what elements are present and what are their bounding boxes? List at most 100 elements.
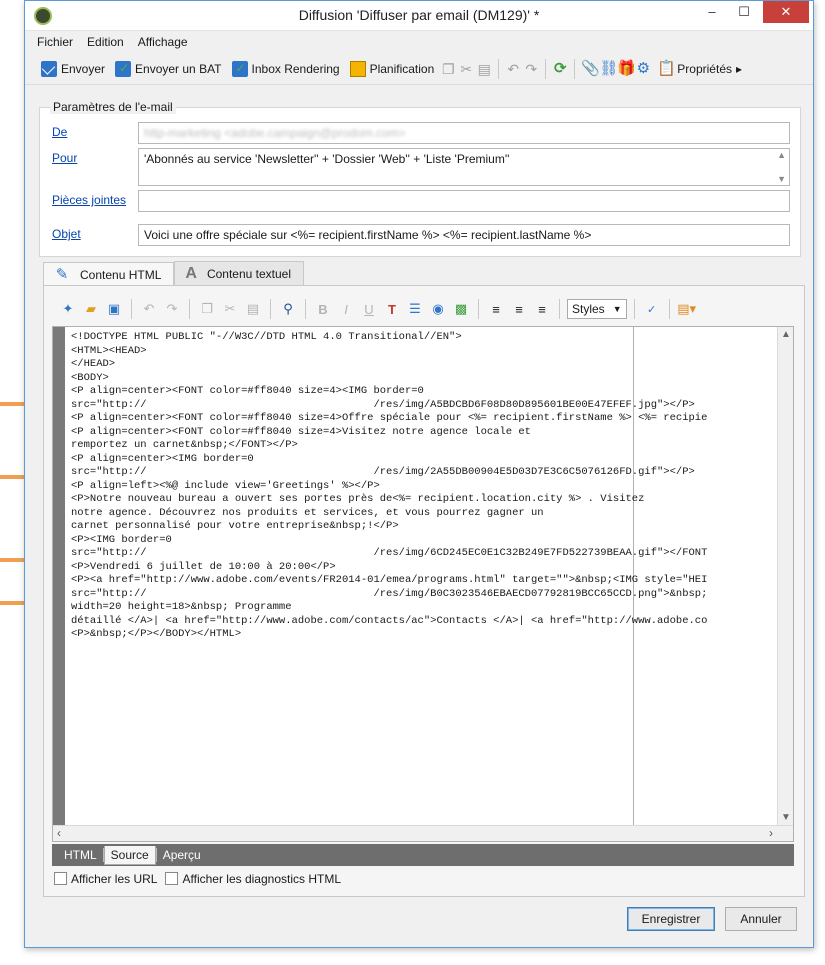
menu-affichage[interactable]: Affichage (138, 35, 188, 49)
html-content-icon: ✎ (55, 265, 69, 283)
properties-button[interactable]: 📋 Propriétés ▸ (653, 58, 746, 80)
find-icon[interactable]: ⚲ (278, 299, 298, 319)
tracking-icon[interactable]: ⚙ (635, 60, 651, 77)
open-folder-icon[interactable]: ▰ (81, 299, 101, 319)
editor-options: Afficher les URL Afficher les diagnostic… (54, 872, 341, 886)
show-diagnostics-label: Afficher les diagnostics HTML (182, 872, 341, 886)
from-link[interactable]: De (52, 125, 67, 139)
align-left-icon[interactable]: ≡ (486, 299, 506, 319)
copy-icon[interactable]: ❐ (197, 299, 217, 319)
save-label: Enregistrer (641, 912, 701, 926)
redo-icon[interactable]: ↷ (523, 61, 539, 77)
text-content-icon: A (185, 264, 197, 282)
spellcheck-icon[interactable]: ✓ (642, 299, 662, 319)
toolbar-separator (545, 58, 547, 79)
tab-html-view[interactable]: HTML (58, 846, 103, 864)
to-value: 'Abonnés au service 'Newsletter'' + 'Dos… (144, 152, 510, 166)
align-center-icon[interactable]: ≡ (509, 299, 529, 319)
checkbox-box[interactable] (165, 872, 179, 885)
code-line: <!DOCTYPE HTML PUBLIC "-//W3C//DTD HTML … (71, 331, 462, 343)
bold-icon[interactable]: B (313, 299, 333, 319)
tab-source-view[interactable]: Source (103, 845, 156, 865)
code-line: width=20 height=18>&nbsp; Programme (71, 601, 292, 613)
to-field[interactable]: 'Abonnés au service 'Newsletter'' + 'Dos… (138, 148, 790, 186)
undo-icon[interactable]: ↶ (139, 299, 159, 319)
refresh-icon[interactable]: ⟳ (552, 60, 568, 77)
toolbar-separator (189, 299, 190, 319)
insert-image-icon[interactable]: ▩ (451, 299, 471, 319)
menu-fichier[interactable]: Fichier (37, 35, 73, 49)
show-diagnostics-checkbox[interactable]: Afficher les diagnostics HTML (165, 872, 341, 886)
email-parameters: Paramètres de l'e-mail De http-marketing… (39, 100, 801, 257)
cut-icon[interactable]: ✂ (458, 61, 474, 77)
inbox-rendering-label: Inbox Rendering (251, 61, 340, 76)
undo-icon[interactable]: ↶ (505, 61, 521, 77)
new-document-icon[interactable]: ✦ (58, 299, 78, 319)
redo-icon[interactable]: ↷ (162, 299, 182, 319)
subject-field[interactable]: Voici une offre spéciale sur <%= recipie… (138, 224, 790, 246)
inbox-rendering-button[interactable]: Inbox Rendering (228, 58, 344, 80)
to-link[interactable]: Pour (52, 151, 77, 165)
code-line: notre agence. Découvrez nos produits et … (71, 506, 544, 519)
personalization-icon[interactable]: ▤▾ (677, 299, 697, 319)
from-value: http-marketing <adobe.campaign@prodom.co… (144, 126, 406, 140)
html-source-code[interactable]: <!DOCTYPE HTML PUBLIC "-//W3C//DTD HTML … (71, 331, 775, 823)
toolbar-separator (478, 299, 479, 319)
checkbox-box[interactable] (54, 872, 67, 885)
code-line: <P align=center><FONT color=#ff8040 size… (71, 385, 424, 397)
code-line: src="http:// /res/img/B0C3023546EBAECD07… (71, 587, 708, 600)
menu-edition[interactable]: Edition (87, 35, 124, 49)
copy-icon[interactable]: ❐ (440, 61, 456, 77)
source-editor[interactable]: <!DOCTYPE HTML PUBLIC "-//W3C//DTD HTML … (52, 326, 794, 842)
show-urls-checkbox[interactable]: Afficher les URL (54, 872, 157, 886)
maximize-button[interactable]: ☐ (729, 1, 759, 23)
tab-text-content[interactable]: A Contenu textuel (174, 261, 304, 285)
attachment-icon[interactable]: 📎 (581, 60, 600, 77)
paste-icon[interactable]: ▤ (243, 299, 263, 319)
cut-icon[interactable]: ✂ (220, 299, 240, 319)
attachments-field[interactable] (138, 190, 790, 212)
cancel-button[interactable]: Annuler (725, 907, 797, 931)
save-icon[interactable]: ▣ (104, 299, 124, 319)
horizontal-scrollbar[interactable]: ‹ › (53, 825, 793, 841)
planification-button[interactable]: Planification (346, 58, 439, 80)
code-line: <P align=center><FONT color=#ff8040 size… (71, 425, 531, 438)
tab-html-content[interactable]: ✎ Contenu HTML (43, 262, 175, 286)
underline-icon[interactable]: U (359, 299, 379, 319)
scroll-left-icon[interactable]: ‹ (57, 826, 61, 840)
send-button[interactable]: Envoyer (37, 58, 109, 80)
from-field[interactable]: http-marketing <adobe.campaign@prodom.co… (138, 122, 790, 144)
attachments-link[interactable]: Pièces jointes (52, 193, 126, 207)
styles-dropdown[interactable]: Styles ▼ (567, 299, 627, 319)
list-icon[interactable]: ☰ (405, 299, 425, 319)
gift-icon[interactable]: 🎁 (617, 60, 636, 77)
code-line: <P>Notre nouveau bureau a ouvert ses por… (71, 493, 645, 505)
link-icon[interactable]: ⛓ (599, 60, 618, 77)
scroll-up-icon[interactable]: ▲ (781, 329, 791, 340)
close-button[interactable]: ✕ (763, 1, 809, 23)
tab-preview-view[interactable]: Aperçu (157, 846, 207, 864)
show-urls-label: Afficher les URL (71, 872, 158, 886)
paste-icon[interactable]: ▤ (476, 61, 492, 77)
italic-icon[interactable]: I (336, 299, 356, 319)
font-color-icon[interactable]: T (382, 299, 402, 319)
content-tabs: ✎ Contenu HTML A Contenu textuel (43, 261, 304, 286)
vertical-scrollbar[interactable]: ▲ ▼ (777, 327, 793, 825)
save-button[interactable]: Enregistrer (627, 907, 715, 931)
attachments-row: Pièces jointes (52, 190, 790, 212)
subject-link[interactable]: Objet (52, 227, 81, 241)
align-right-icon[interactable]: ≡ (532, 299, 552, 319)
scroll-right-icon[interactable]: › (769, 826, 773, 840)
code-line: remportez un carnet&nbsp;</FONT></P> (71, 439, 298, 451)
scroll-down-icon[interactable]: ▼ (777, 174, 786, 184)
tab-html-label: Contenu HTML (80, 267, 162, 282)
scroll-down-icon[interactable]: ▼ (781, 812, 791, 823)
toolbar-separator (668, 299, 670, 319)
send-bat-label: Envoyer un BAT (135, 61, 222, 76)
insert-link-icon[interactable]: ◉ (428, 299, 448, 319)
code-line: <HTML><HEAD> (71, 344, 147, 357)
send-bat-button[interactable]: Envoyer un BAT (111, 58, 225, 80)
scroll-up-icon[interactable]: ▲ (777, 150, 786, 160)
minimize-button[interactable]: – (697, 1, 727, 23)
toolbar-separator (633, 299, 635, 319)
